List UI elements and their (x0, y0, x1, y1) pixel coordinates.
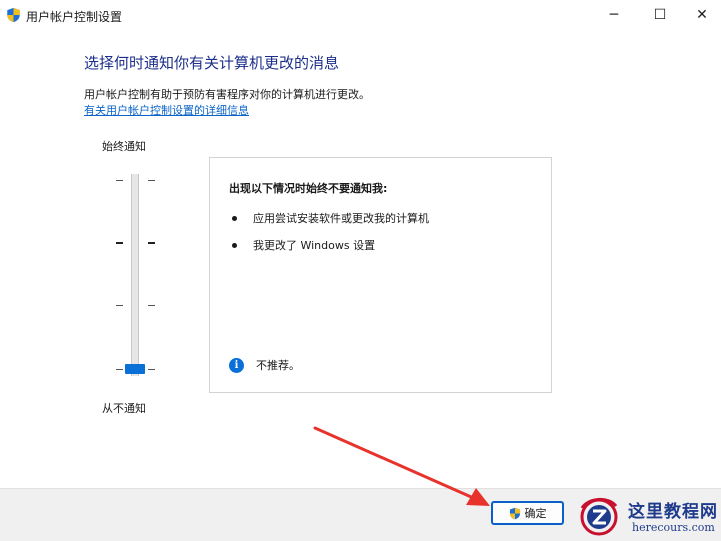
maximize-icon: ☐ (653, 7, 667, 23)
recommendation-text: 不推荐。 (256, 359, 300, 372)
close-icon: ✕ (696, 7, 708, 23)
close-button[interactable]: ✕ (683, 0, 721, 30)
slider-tick (116, 369, 123, 370)
slider-top-label: 始终通知 (102, 140, 146, 153)
slider-tick (148, 242, 155, 244)
level-description-panel: 出现以下情况时始终不要通知我: 应用尝试安装软件或更改我的计算机 我更改了 Wi… (209, 157, 552, 393)
list-item-text: 我更改了 Windows 设置 (253, 239, 376, 252)
info-icon: i (229, 357, 244, 373)
notification-level-slider[interactable] (131, 174, 139, 376)
list-item: 应用尝试安装软件或更改我的计算机 (232, 210, 429, 226)
slider-bottom-label: 从不通知 (102, 402, 146, 415)
watermark-title: 这里教程网 (628, 502, 718, 522)
panel-title: 出现以下情况时始终不要通知我: (229, 182, 388, 195)
slider-tick (116, 242, 123, 244)
slider-tick (148, 369, 155, 370)
slider-tick (116, 305, 123, 306)
minimize-button[interactable]: ─ (591, 0, 637, 30)
slider-tick (116, 180, 123, 181)
page-heading: 选择何时通知你有关计算机更改的消息 (84, 54, 340, 72)
window-title: 用户帐户控制设置 (26, 10, 123, 24)
title-bar: 用户帐户控制设置 ─ ☐ ✕ (0, 0, 721, 30)
site-watermark: 这里教程网 herecours.com (572, 494, 721, 541)
ok-button-label: 确定 (524, 507, 547, 520)
uac-shield-icon (7, 7, 20, 23)
recommendation-row: i 不推荐。 (229, 357, 300, 373)
bullet-icon (232, 242, 237, 248)
uac-shield-icon (509, 507, 520, 519)
uac-details-link[interactable]: 有关用户帐户控制设置的详细信息 (84, 102, 249, 118)
watermark-subtitle: herecours.com (632, 521, 715, 534)
slider-tick (148, 180, 155, 181)
minimize-icon: ─ (609, 7, 619, 23)
maximize-button[interactable]: ☐ (637, 0, 683, 30)
watermark-logo-icon (580, 498, 618, 536)
slider-thumb[interactable] (125, 364, 145, 374)
bullet-icon (232, 215, 237, 221)
description-text: 用户帐户控制有助于预防有害程序对你的计算机进行更改。 (84, 88, 370, 101)
list-item: 我更改了 Windows 设置 (232, 237, 375, 253)
ok-button[interactable]: 确定 (491, 501, 564, 525)
list-item-text: 应用尝试安装软件或更改我的计算机 (253, 212, 429, 225)
slider-tick (148, 305, 155, 306)
